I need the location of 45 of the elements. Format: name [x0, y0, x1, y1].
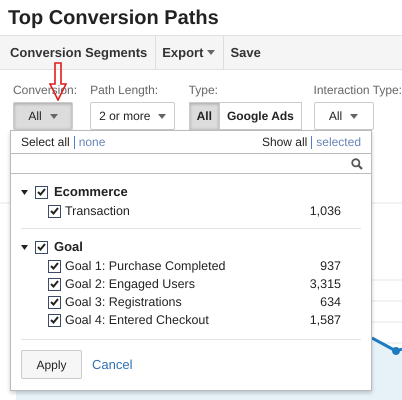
filter-label: Type: — [188, 83, 219, 97]
search-field[interactable] — [11, 153, 371, 174]
filter-label: Interaction Type: — [314, 83, 402, 97]
checkbox[interactable] — [48, 278, 61, 290]
conversion-label: Goal 3: Registrations — [65, 294, 183, 311]
checkbox[interactable] — [48, 314, 61, 326]
select-all-link[interactable]: Select all — [21, 133, 70, 151]
checkbox[interactable] — [35, 240, 48, 254]
checkbox[interactable] — [48, 260, 61, 272]
toolbar-button[interactable]: Save — [230, 42, 263, 62]
group-label: Ecommerce — [54, 183, 128, 202]
conversion-count: 937 — [320, 258, 341, 275]
search-icon — [351, 158, 363, 170]
toolbar-button[interactable]: Conversion Segments — [10, 42, 150, 62]
conversion-count: 3,315 — [310, 276, 341, 293]
page-title: Top Conversion Paths — [7, 6, 220, 31]
selected-link[interactable]: selected — [316, 133, 361, 151]
conversion-label: Goal 4: Entered Checkout — [65, 312, 210, 329]
filter-label: Path Length: — [90, 83, 160, 97]
conversion-count: 634 — [320, 294, 341, 311]
dropdown-button[interactable]: All — [314, 102, 374, 130]
caret-icon — [158, 114, 166, 118]
checkbox[interactable] — [48, 204, 61, 218]
conversion-label: Goal 1: Purchase Completed — [65, 258, 227, 275]
conversion-label: Goal 2: Engaged Users — [65, 276, 196, 293]
group-label: Goal — [54, 238, 83, 256]
conversion-label: Transaction — [65, 202, 131, 220]
type-toggle[interactable]: Google Ads — [220, 102, 302, 130]
apply-button[interactable]: Apply — [21, 350, 82, 379]
dropdown-button[interactable]: All — [13, 102, 73, 130]
checkbox[interactable] — [35, 186, 48, 198]
expand-toggle[interactable] — [21, 244, 29, 250]
show-all-link[interactable]: Show all — [262, 133, 308, 151]
expand-toggle[interactable] — [21, 190, 29, 194]
caret-icon — [50, 114, 58, 118]
caret-icon — [350, 114, 358, 118]
type-toggle[interactable]: All — [188, 102, 220, 130]
caret-icon — [207, 50, 216, 55]
conversion-count: 1,587 — [310, 312, 341, 329]
dropdown-button[interactable]: 2 or more — [90, 102, 176, 130]
none-link[interactable]: none — [78, 133, 106, 151]
toolbar-button[interactable]: Export — [162, 42, 218, 62]
checkbox[interactable] — [48, 296, 61, 308]
cancel-link[interactable]: Cancel — [92, 354, 132, 374]
conversion-count: 1,036 — [310, 202, 341, 220]
